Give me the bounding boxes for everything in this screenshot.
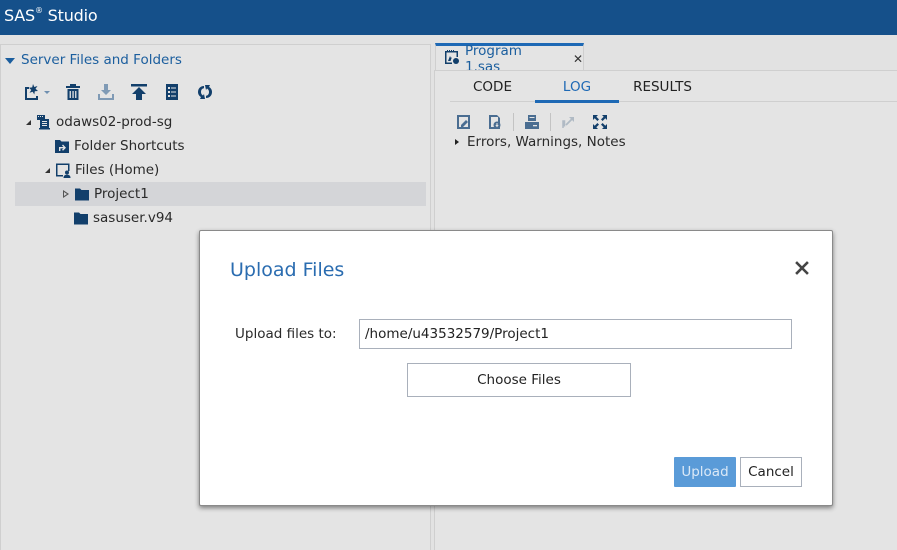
close-icon: [795, 261, 809, 275]
folder-icon: [74, 186, 90, 202]
popout-button[interactable]: [560, 113, 578, 131]
toolbar-separator: [513, 113, 514, 131]
save-log-icon: [457, 115, 470, 129]
tree-item-label: odaws02-prod-sg: [56, 114, 173, 130]
app-header: SAS® Studio: [0, 0, 897, 35]
upload-destination-label: Upload files to:: [235, 326, 337, 342]
editor-sub-tabs: CODE LOG RESULTS: [450, 71, 897, 103]
panel-title: Server Files and Folders: [21, 52, 182, 68]
expand-toggle[interactable]: [23, 117, 33, 127]
folder-icon: [73, 210, 89, 226]
close-dialog-button[interactable]: [793, 259, 811, 277]
tree-item-label: Files (Home): [75, 162, 160, 178]
upload-destination-input[interactable]: [359, 319, 792, 349]
log-toolbar: [455, 113, 622, 131]
upload-button[interactable]: Upload: [674, 457, 736, 487]
delete-icon: [66, 84, 80, 100]
choose-files-button[interactable]: Choose Files: [407, 363, 631, 397]
file-toolbar: [23, 82, 228, 102]
file-tree: odaws02-prod-sg Folder Shortcuts Files (…: [15, 110, 426, 230]
new-button[interactable]: [23, 82, 53, 102]
cancel-button[interactable]: Cancel: [740, 457, 802, 487]
export-log-icon: [489, 115, 501, 129]
tab-code[interactable]: CODE: [450, 71, 535, 102]
properties-icon: [166, 84, 178, 100]
home-files-icon: [55, 162, 71, 178]
refresh-button[interactable]: [195, 82, 215, 102]
tree-item-sasuser[interactable]: sasuser.v94: [15, 206, 426, 230]
tree-item-folder-shortcuts[interactable]: Folder Shortcuts: [15, 134, 426, 158]
folder-shortcut-icon: [54, 138, 70, 154]
upload-button[interactable]: [129, 82, 149, 102]
dialog-title: Upload Files: [230, 259, 345, 281]
refresh-icon: [198, 85, 212, 99]
program-icon: [444, 49, 460, 69]
expand-toggle[interactable]: [42, 165, 52, 175]
close-tab-icon[interactable]: ✕: [573, 52, 583, 66]
collapse-icon[interactable]: [5, 57, 15, 64]
upload-files-dialog: Upload Files Upload files to: Choose Fil…: [199, 230, 833, 506]
tree-item-files-home[interactable]: Files (Home): [15, 158, 426, 182]
new-icon: [25, 84, 50, 100]
tree-item-project1[interactable]: Project1: [15, 182, 426, 206]
maximize-button[interactable]: [591, 113, 609, 131]
save-log-button[interactable]: [455, 113, 473, 131]
popout-icon: [562, 117, 574, 128]
download-icon: [98, 84, 114, 100]
expanded-icon: [44, 167, 50, 173]
tab-log[interactable]: LOG: [535, 71, 619, 103]
tree-item-server[interactable]: odaws02-prod-sg: [15, 110, 426, 134]
log-section-label: Errors, Warnings, Notes: [467, 134, 626, 150]
tree-item-label: sasuser.v94: [93, 210, 174, 226]
tab-results[interactable]: RESULTS: [619, 71, 706, 102]
maximize-icon: [593, 115, 607, 129]
collapsed-icon: [63, 190, 69, 198]
tab-program-1[interactable]: Program 1.sas ✕: [435, 43, 584, 75]
upload-icon: [131, 84, 147, 100]
print-button[interactable]: [523, 113, 541, 131]
download-button[interactable]: [96, 82, 116, 102]
expand-toggle[interactable]: [61, 189, 71, 199]
print-icon: [525, 115, 539, 129]
tree-item-label: Project1: [94, 186, 149, 202]
properties-button[interactable]: [162, 82, 182, 102]
log-section-errors-warnings-notes[interactable]: Errors, Warnings, Notes: [455, 134, 626, 150]
export-log-button[interactable]: [486, 113, 504, 131]
tree-item-label: Folder Shortcuts: [74, 138, 185, 154]
delete-button[interactable]: [63, 82, 83, 102]
app-title-suffix: Studio: [47, 6, 98, 25]
trademark-symbol: ®: [34, 5, 43, 15]
app-title: SAS® Studio: [4, 5, 98, 25]
expand-icon: [455, 139, 459, 145]
expanded-icon: [25, 119, 31, 125]
server-icon: [36, 114, 52, 130]
panel-header[interactable]: Server Files and Folders: [5, 52, 182, 68]
toolbar-separator: [550, 113, 551, 131]
app-title-text: SAS: [4, 6, 35, 25]
